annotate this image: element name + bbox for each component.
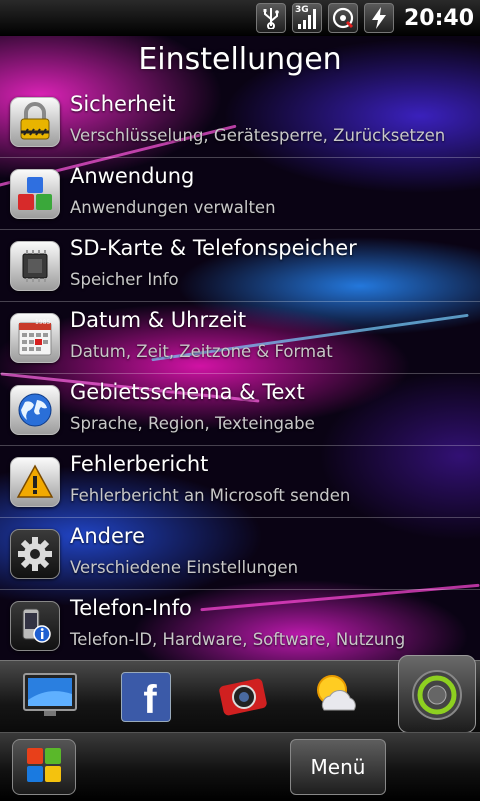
page-title: Einstellungen: [138, 42, 342, 77]
settings-item-security[interactable]: Sicherheit Verschlüsselung, Gerätesperre…: [0, 86, 480, 158]
settings-item-description: Speicher Info: [70, 270, 179, 289]
settings-item-label: Telefon-Info: [70, 596, 192, 620]
facebook-letter: f: [143, 677, 157, 722]
settings-item-applications[interactable]: Anwendung Anwendungen verwalten: [0, 158, 480, 230]
dock-settings-button[interactable]: [409, 669, 465, 725]
battery-charging-icon: [363, 3, 394, 33]
settings-item-description: Sprache, Region, Texteingabe: [70, 414, 315, 433]
settings-item-label: Fehlerbericht: [70, 452, 209, 476]
settings-item-description: Verschiedene Einstellungen: [70, 558, 299, 577]
settings-item-locale-text[interactable]: Gebietsschema & Text Sprache, Region, Te…: [0, 374, 480, 446]
app-cubes-icon: [10, 169, 60, 219]
memory-chip-icon: [10, 241, 60, 291]
settings-screen: Einstellungen Sicherheit Verschlüsselung…: [0, 36, 480, 660]
settings-item-phone-info[interactable]: Telefon-Info Telefon-ID, Hardware, Softw…: [0, 590, 480, 660]
camera-icon: [217, 670, 271, 724]
tv-icon: [22, 670, 78, 724]
settings-item-label: Datum & Uhrzeit: [70, 308, 247, 332]
bottom-bar: Menü: [0, 732, 480, 801]
settings-item-date-time[interactable]: 1985 Datum & Uhrzeit Datum, Zeit, Zeitzo…: [0, 302, 480, 374]
settings-item-description: Datum, Zeit, Zeitzone & Format: [70, 342, 333, 361]
settings-item-label: Sicherheit: [70, 92, 176, 116]
globe-icon: [10, 385, 60, 435]
settings-item-description: Anwendungen verwalten: [70, 198, 276, 217]
dock-facebook-button[interactable]: f: [118, 669, 174, 725]
settings-item-other[interactable]: Andere Verschiedene Einstellungen: [0, 518, 480, 590]
start-button[interactable]: [12, 739, 76, 795]
windows-logo-icon: [24, 745, 64, 789]
gear-icon: [10, 529, 60, 579]
settings-item-description: Verschlüsselung, Gerätesperre, Zurückset…: [70, 126, 446, 145]
phone-info-icon: [10, 601, 60, 651]
settings-item-label: Andere: [70, 524, 146, 548]
app-dock: f: [0, 655, 480, 733]
settings-item-description: Telefon-ID, Hardware, Software, Nutzung: [70, 630, 406, 649]
facebook-icon: f: [121, 672, 171, 722]
calendar-icon: 1985: [10, 313, 60, 363]
status-bar: 3G 20:40: [0, 0, 480, 36]
settings-list: Sicherheit Verschlüsselung, Gerätesperre…: [0, 86, 480, 660]
dock-weather-button[interactable]: [310, 669, 366, 725]
menu-button[interactable]: Menü: [290, 739, 386, 795]
dock-camera-button[interactable]: [216, 669, 272, 725]
signal-3g-icon: 3G: [291, 3, 322, 33]
settings-gear-icon: [409, 667, 465, 727]
settings-item-storage[interactable]: SD-Karte & Telefonspeicher Speicher Info: [0, 230, 480, 302]
settings-item-label: Anwendung: [70, 164, 195, 188]
usb-icon: [255, 3, 286, 33]
settings-item-label: Gebietsschema & Text: [70, 380, 305, 404]
dock-tv-button[interactable]: [22, 669, 78, 725]
settings-item-error-report[interactable]: Fehlerbericht Fehlerbericht an Microsoft…: [0, 446, 480, 518]
warning-icon: [10, 457, 60, 507]
settings-item-description: Fehlerbericht an Microsoft senden: [70, 486, 351, 505]
network-type-label: 3G: [294, 5, 309, 15]
clock: 20:40: [403, 5, 474, 31]
padlock-icon: [10, 97, 60, 147]
calendar-year-label: 1985: [35, 319, 51, 326]
weather-icon: [310, 670, 366, 724]
sync-icon: [327, 3, 358, 33]
settings-item-label: SD-Karte & Telefonspeicher: [70, 236, 357, 260]
